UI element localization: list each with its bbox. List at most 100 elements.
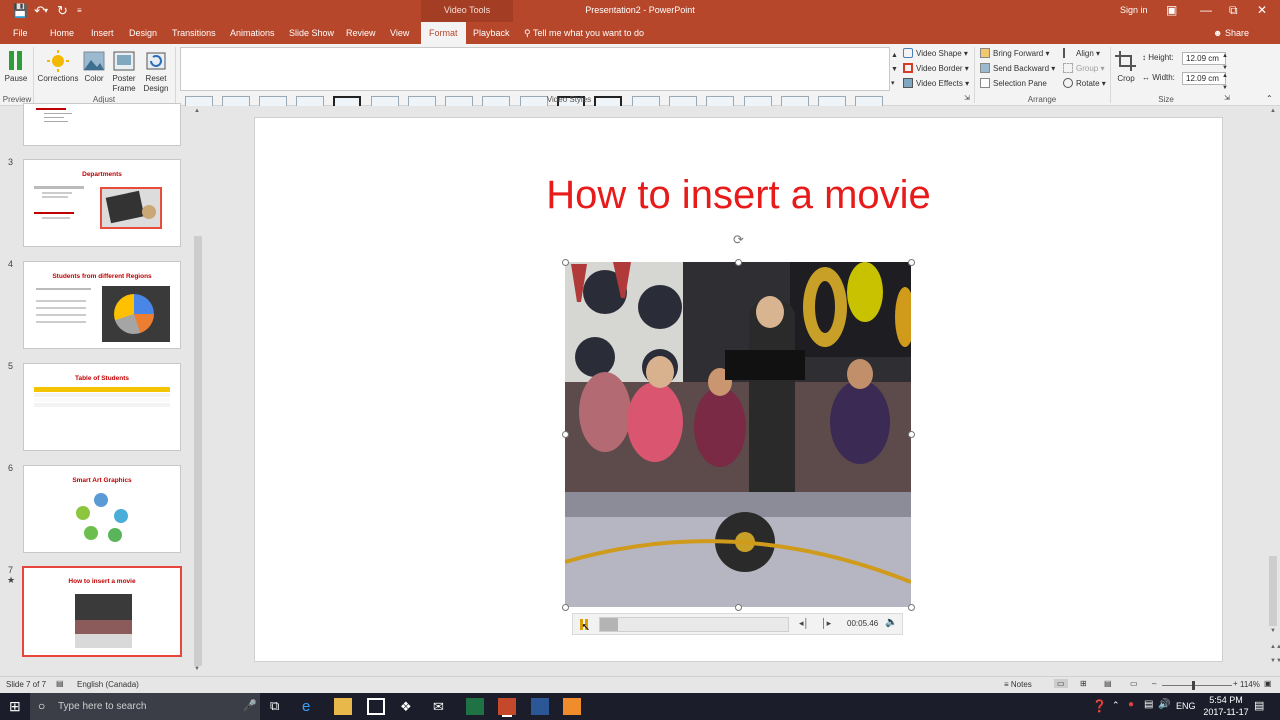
- word-icon[interactable]: [531, 698, 549, 715]
- size-launcher-icon[interactable]: ⇲: [1224, 93, 1230, 105]
- file-explorer-icon[interactable]: [334, 698, 352, 715]
- task-view-icon[interactable]: ⧉: [270, 698, 279, 714]
- tab-view[interactable]: View: [390, 22, 409, 44]
- bring-forward-button[interactable]: Bring Forward ▾: [980, 48, 1050, 60]
- reset-design-button[interactable]: Reset Design: [140, 50, 172, 94]
- step-back-icon[interactable]: ◂│: [799, 618, 809, 629]
- input-language[interactable]: ENG: [1176, 701, 1196, 711]
- microphone-icon[interactable]: 🎤: [243, 699, 257, 712]
- scroll-down-icon[interactable]: ▼: [194, 666, 200, 672]
- language-indicator[interactable]: English (Canada): [77, 680, 139, 689]
- tab-slide-show[interactable]: Slide Show: [289, 22, 334, 44]
- normal-view-icon[interactable]: ▭: [1054, 679, 1068, 688]
- crop-button[interactable]: Crop: [1114, 50, 1138, 84]
- rotate-handle-icon[interactable]: ⟳: [733, 232, 744, 248]
- resize-handle[interactable]: [735, 259, 742, 266]
- pause-button[interactable]: Pause: [4, 50, 28, 84]
- poster-frame-button[interactable]: Poster Frame: [108, 50, 140, 94]
- zoom-in-icon[interactable]: +: [1233, 679, 1238, 688]
- video-border-button[interactable]: Video Border ▾: [903, 63, 969, 75]
- resize-handle[interactable]: [735, 604, 742, 611]
- tray-app-icon[interactable]: ●: [1128, 699, 1134, 710]
- resize-handle[interactable]: [908, 604, 915, 611]
- scroll-down-icon[interactable]: ▼: [1270, 628, 1276, 634]
- zoom-slider-thumb[interactable]: [1192, 681, 1195, 690]
- width-spinner-icon[interactable]: ▲ ▼: [1222, 70, 1228, 94]
- volume-icon[interactable]: 🔈: [885, 617, 897, 628]
- align-button[interactable]: Align ▾: [1063, 48, 1100, 60]
- slideshow-view-icon[interactable]: ▭: [1130, 679, 1138, 688]
- ribbon-display-icon[interactable]: ▣: [1166, 3, 1177, 17]
- tell-me-search[interactable]: ⚲ Tell me what you want to do: [524, 22, 644, 44]
- clock-date[interactable]: 2017-11-17: [1200, 707, 1252, 717]
- slide-thumb-6[interactable]: Smart Art Graphics: [23, 465, 181, 553]
- close-icon[interactable]: ✕: [1257, 3, 1267, 17]
- restore-icon[interactable]: ⧉: [1229, 3, 1238, 17]
- corrections-button[interactable]: Corrections: [36, 50, 80, 84]
- tab-design[interactable]: Design: [129, 22, 157, 44]
- selection-pane-button[interactable]: Selection Pane: [980, 78, 1047, 90]
- next-slide-icon[interactable]: ▼▼: [1270, 658, 1280, 664]
- windows-start-icon[interactable]: ⊞: [9, 698, 21, 715]
- zoom-out-icon[interactable]: –: [1152, 679, 1156, 688]
- dropbox-icon[interactable]: ❖: [400, 698, 418, 715]
- resize-handle[interactable]: [908, 431, 915, 438]
- minimize-icon[interactable]: —: [1200, 3, 1212, 17]
- help-icon[interactable]: ❓: [1092, 699, 1107, 713]
- slide-thumb-2[interactable]: [23, 103, 181, 146]
- resize-handle[interactable]: [562, 604, 569, 611]
- store-icon[interactable]: [367, 698, 385, 715]
- slide-thumb-3[interactable]: Departments: [23, 159, 181, 247]
- gallery-scroll-up-icon[interactable]: ▲: [891, 50, 898, 62]
- previous-slide-icon[interactable]: ▲▲: [1270, 644, 1280, 650]
- group-button[interactable]: Group ▾: [1063, 63, 1104, 75]
- tab-home[interactable]: Home: [50, 22, 74, 44]
- share-button[interactable]: ☻ Share: [1213, 22, 1249, 44]
- send-backward-button[interactable]: Send Backward ▾: [980, 63, 1055, 75]
- video-progress-bar[interactable]: [599, 617, 789, 632]
- slide-thumb-7[interactable]: How to insert a movie: [22, 566, 182, 657]
- tab-transitions[interactable]: Transitions: [172, 22, 216, 44]
- gallery-more-icon[interactable]: ▾: [891, 78, 895, 90]
- color-button[interactable]: Color: [82, 50, 106, 84]
- zoom-slider[interactable]: [1162, 685, 1232, 686]
- scroll-up-icon[interactable]: ▲: [1270, 108, 1276, 114]
- fit-slide-icon[interactable]: ▣: [1264, 679, 1272, 688]
- scroll-thumb[interactable]: [194, 236, 202, 666]
- reading-view-icon[interactable]: ▤: [1104, 679, 1112, 688]
- edge-icon[interactable]: e: [302, 698, 320, 715]
- zoom-level[interactable]: 114%: [1240, 680, 1260, 689]
- sign-in-link[interactable]: Sign in: [1120, 5, 1148, 15]
- slide-scrollbar[interactable]: ▲ ▼ ▲▲ ▼▼: [1267, 106, 1280, 676]
- tab-playback[interactable]: Playback: [473, 22, 510, 44]
- notes-button[interactable]: ≡ Notes: [1004, 680, 1032, 689]
- volume-tray-icon[interactable]: 🔊: [1158, 699, 1170, 710]
- thumbnail-scrollbar[interactable]: ▲ ▼: [193, 106, 203, 676]
- video-progress-thumb[interactable]: [600, 618, 618, 631]
- video-styles-launcher-icon[interactable]: ⇲: [964, 93, 970, 105]
- mail-icon[interactable]: ✉: [433, 698, 451, 715]
- resize-handle[interactable]: [562, 259, 569, 266]
- tab-animations[interactable]: Animations: [230, 22, 275, 44]
- tab-insert[interactable]: Insert: [91, 22, 114, 44]
- width-field[interactable]: 12.09 cm: [1182, 72, 1226, 85]
- taskbar-search-box[interactable]: ○ Type here to search 🎤: [30, 693, 260, 720]
- slide-sorter-icon[interactable]: ⊞: [1080, 679, 1087, 688]
- excel-icon[interactable]: [466, 698, 484, 715]
- powerpoint-icon[interactable]: [498, 698, 516, 715]
- app-icon[interactable]: [563, 698, 581, 715]
- collapse-ribbon-icon[interactable]: ⌃: [1266, 93, 1273, 105]
- video-frame[interactable]: [565, 262, 911, 607]
- clock-time[interactable]: 5:54 PM: [1206, 695, 1246, 705]
- resize-handle[interactable]: [908, 259, 915, 266]
- slide-thumb-5[interactable]: Table of Students: [23, 363, 181, 451]
- height-field[interactable]: 12.09 cm: [1182, 52, 1226, 65]
- tab-file[interactable]: File: [13, 22, 28, 44]
- rotate-button[interactable]: Rotate ▾: [1063, 78, 1106, 90]
- gallery-scroll-down-icon[interactable]: ▼: [891, 64, 898, 76]
- slide-thumb-4[interactable]: Students from different Regions: [23, 261, 181, 349]
- resize-handle[interactable]: [562, 431, 569, 438]
- notifications-icon[interactable]: ▤: [1254, 699, 1264, 712]
- tray-chevron-icon[interactable]: ⌃: [1112, 700, 1120, 711]
- scroll-thumb[interactable]: [1269, 556, 1277, 626]
